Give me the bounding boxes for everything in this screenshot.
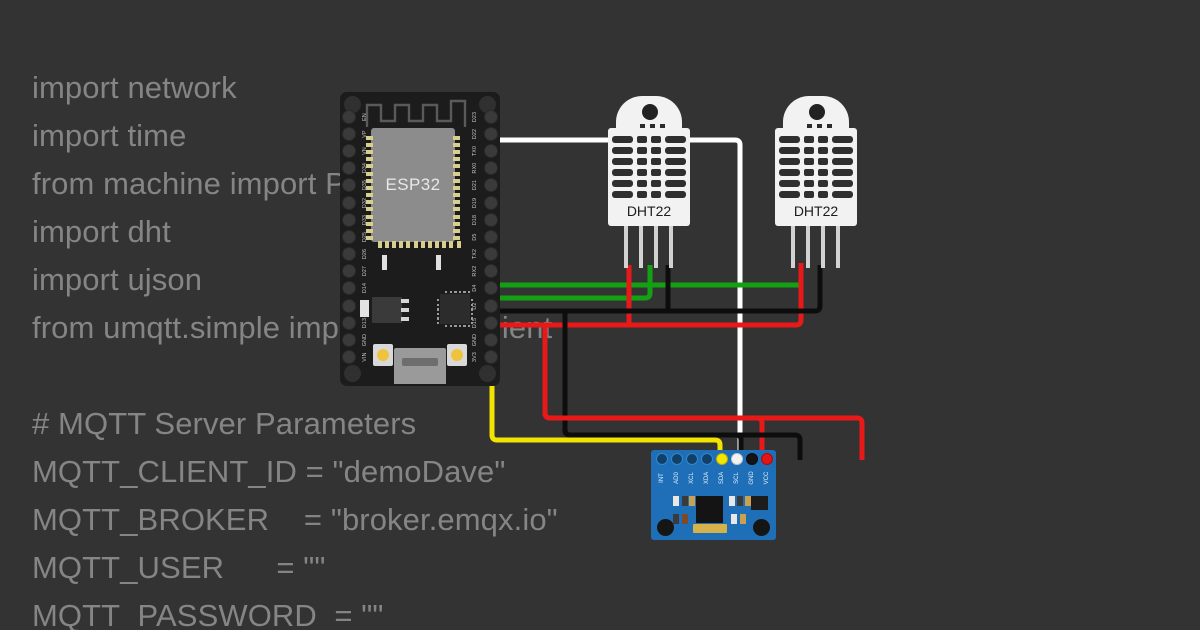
- smd-component: [737, 496, 743, 506]
- gy521-pad: [731, 453, 743, 465]
- dht22-legs[interactable]: [624, 226, 673, 268]
- boot-button[interactable]: [447, 344, 467, 366]
- usb-uart-chip: [437, 291, 473, 327]
- esp32-devkit-board[interactable]: ESP32 EN VP VN D34 D35 D32 D33 D25 D26 D…: [340, 92, 500, 386]
- gy521-pin-ad0[interactable]: AD0: [671, 453, 683, 495]
- pin-label: XDA: [704, 471, 710, 485]
- smd-component: [740, 514, 746, 524]
- smd-component: [731, 514, 737, 524]
- smd-component: [673, 514, 679, 524]
- pin-label: VCC: [764, 471, 770, 485]
- gy521-pin-gnd[interactable]: GND: [746, 453, 758, 495]
- smd-component: [729, 496, 735, 506]
- gy521-pad: [716, 453, 728, 465]
- pin-label: VIN: [362, 352, 368, 362]
- dht22-vent-hole-icon: [642, 104, 658, 120]
- wire-red-gy521-vcc: [542, 325, 765, 458]
- gy521-gold-pad: [693, 524, 727, 533]
- esp32-wroom-module: ESP32: [366, 128, 461, 248]
- en-button[interactable]: [373, 344, 393, 366]
- wire-layer: [487, 137, 823, 460]
- dht22-mesh-grid: [779, 136, 853, 198]
- pin-label: SDA: [719, 471, 725, 485]
- code-line: MQTT_PASSWORD = "": [32, 598, 384, 630]
- pin-label: XCL: [689, 472, 695, 484]
- chip-pad-row: [444, 290, 471, 295]
- dht22-leg-data[interactable]: [806, 226, 810, 268]
- dht22-leg-gnd[interactable]: [669, 226, 673, 268]
- gy521-pin-xda[interactable]: XDA: [701, 453, 713, 495]
- wire-red-3v3-rail: [487, 263, 804, 328]
- pin-label: AD0: [674, 472, 680, 484]
- code-line: # MQTT Server Parameters: [32, 406, 417, 441]
- dht22-leg-nc[interactable]: [821, 226, 825, 268]
- chip-pad-col: [436, 298, 441, 325]
- esp32-pin-3v3[interactable]: 3V3: [472, 349, 498, 366]
- gy521-pin-sda[interactable]: SDA: [716, 453, 728, 495]
- pin-label: 3V3: [472, 352, 478, 363]
- gy521-pad: [686, 453, 698, 465]
- dht22-mesh-grid: [612, 136, 686, 198]
- gy521-pin-int[interactable]: INT: [656, 453, 668, 495]
- module-pins-right: [453, 134, 460, 242]
- dht22-vent-hole-icon: [809, 104, 825, 120]
- dht22-body: DHT22: [775, 128, 857, 226]
- code-line: MQTT_BROKER = "broker.emqx.io": [32, 502, 558, 537]
- board-mount-hole: [344, 365, 361, 382]
- gy521-pin-vcc[interactable]: VCC: [761, 453, 773, 495]
- smd-component: [682, 514, 688, 524]
- gy521-pad: [746, 453, 758, 465]
- code-line: MQTT_USER = "": [32, 550, 326, 585]
- wire-black-gnd-rail: [487, 265, 823, 314]
- gy521-pad: [701, 453, 713, 465]
- gy521-pin-xcl[interactable]: XCL: [686, 453, 698, 495]
- esp32-header-right[interactable]: D23 D22 TX0 RX0 D21 D19 D18 D5 TX2 RX2 D…: [472, 108, 498, 366]
- pin-label: SCL: [734, 472, 740, 484]
- wiring-diagram-canvas: import network import time from machine …: [0, 0, 1200, 630]
- pin-label: GND: [749, 471, 755, 485]
- gy521-mount-hole: [657, 519, 674, 536]
- dht22-leg-vcc[interactable]: [791, 226, 795, 268]
- solder-slot: [382, 255, 387, 270]
- wire-layer-overlay: [542, 311, 865, 460]
- solder-slot: [436, 255, 441, 270]
- gy521-mount-hole: [753, 519, 770, 536]
- dht22-leg-data[interactable]: [639, 226, 643, 268]
- chip-pad-col: [469, 298, 474, 325]
- module-pins-bottom: [376, 241, 462, 248]
- board-mount-hole: [479, 365, 496, 382]
- code-line: MQTT_CLIENT_ID = "demoDave": [32, 454, 506, 489]
- chip-pad-row: [444, 323, 471, 328]
- pin-label: INT: [659, 473, 665, 483]
- smd-component: [682, 496, 688, 506]
- smd-component: [673, 496, 679, 506]
- gy521-regulator: [751, 496, 768, 510]
- smd-component: [689, 496, 695, 506]
- gy521-pad: [671, 453, 683, 465]
- pcb-antenna-icon: [365, 99, 467, 127]
- dht22-leg-vcc[interactable]: [624, 226, 628, 268]
- dht22-label: DHT22: [793, 203, 839, 219]
- dht22-body: DHT22: [608, 128, 690, 226]
- gy521-pad: [761, 453, 773, 465]
- dht22-label: DHT22: [626, 203, 672, 219]
- capacitor: [360, 300, 369, 317]
- voltage-regulator: [372, 297, 409, 323]
- mpu6050-chip: [696, 496, 723, 523]
- gy521-header[interactable]: INT AD0 XCL XDA SDA SCL GND VCC: [656, 453, 773, 495]
- wire-green-d2-dht-left: [490, 265, 653, 301]
- gy521-pin-scl[interactable]: SCL: [731, 453, 743, 495]
- esp32-header-left[interactable]: EN VP VN D34 D35 D32 D33 D25 D26 D27 D14…: [342, 108, 368, 366]
- dht22-legs[interactable]: [791, 226, 840, 268]
- gy521-mpu6050-module[interactable]: INT AD0 XCL XDA SDA SCL GND VCC: [651, 450, 776, 540]
- esp32-pin-vin[interactable]: VIN: [342, 349, 368, 366]
- micro-usb-port[interactable]: [394, 348, 446, 384]
- wire-red-gy521-vcc-tail: [542, 325, 865, 460]
- dht22-leg-gnd[interactable]: [836, 226, 840, 268]
- esp32-chip-label: ESP32: [385, 175, 441, 194]
- dht22-leg-nc[interactable]: [654, 226, 658, 268]
- wire-black-gy521-gnd-tail: [562, 311, 803, 460]
- gy521-pad: [656, 453, 668, 465]
- wire-black-gy521-gnd: [562, 311, 744, 458]
